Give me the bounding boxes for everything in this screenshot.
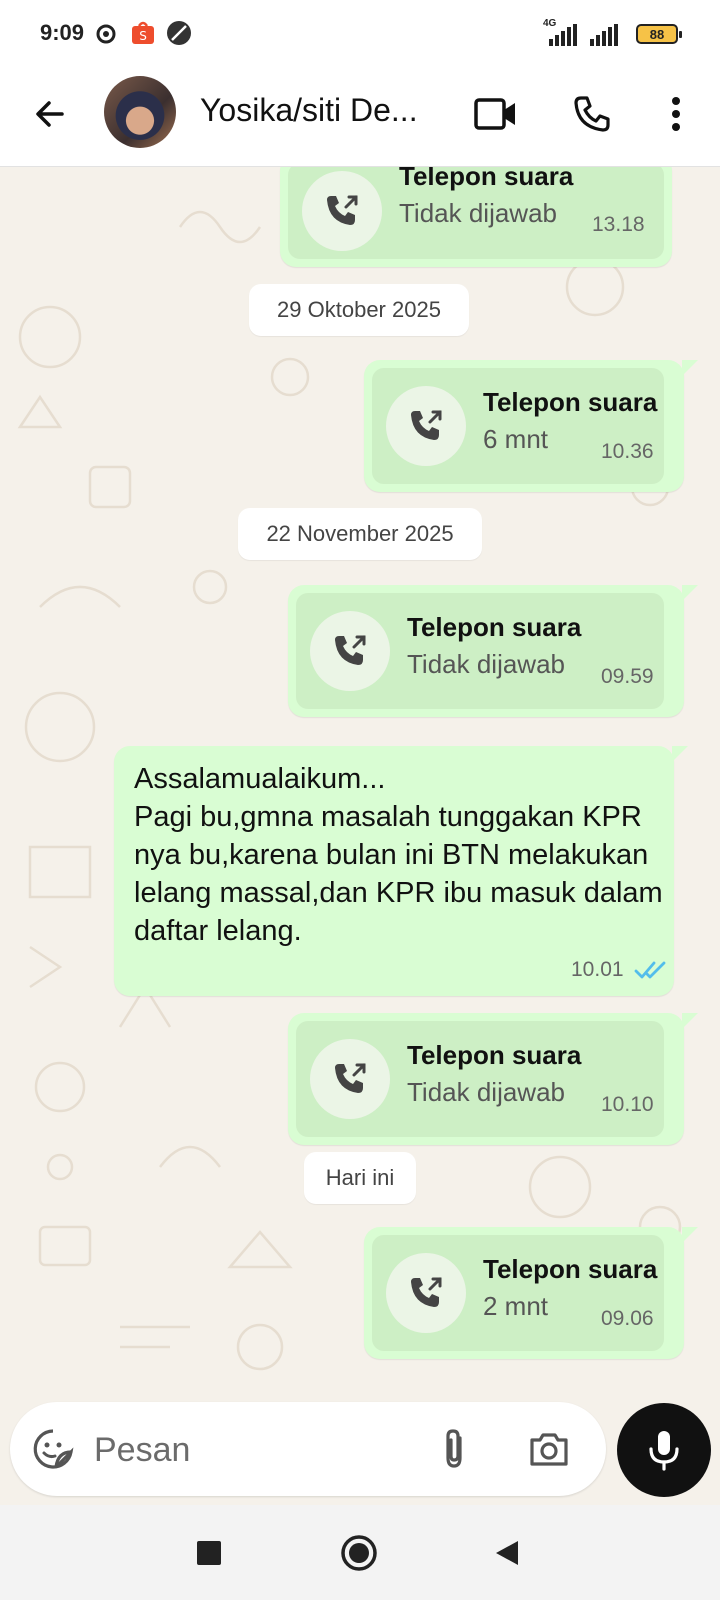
date-separator: 22 November 2025 [238, 508, 482, 560]
phone-icon [574, 96, 610, 132]
date-label: Hari ini [325, 1165, 395, 1190]
call-card: Telepon suara Tidak dijawab 10.10 [296, 1021, 664, 1137]
battery-indicator: 88 [636, 24, 682, 44]
bubble-tail [672, 746, 688, 762]
call-duration: 2 mnt [483, 1291, 549, 1321]
square-icon [197, 1541, 221, 1565]
message-time: 10.36 [601, 440, 654, 463]
status-bar: 9:09 S 4G 88 [0, 0, 720, 66]
call-card: Telepon suara 6 mnt 10.36 [372, 368, 664, 484]
outgoing-call-icon [411, 1277, 442, 1307]
camera-button[interactable] [524, 1424, 574, 1474]
date-label: 22 November 2025 [266, 521, 454, 546]
message-text: Assalamualaikum... Pagi bu,gmna masalah … [134, 763, 663, 947]
message-input[interactable] [92, 1424, 396, 1476]
call-title: Telepon suara [407, 1040, 582, 1070]
call-icon-circle [386, 386, 466, 466]
notification-icon [96, 24, 116, 44]
more-vertical-icon [672, 97, 680, 131]
call-card: Telepon suara 2 mnt 09.06 [372, 1235, 664, 1351]
shopee-icon: S [132, 21, 154, 44]
arrow-left-icon [36, 101, 64, 127]
video-call-button[interactable] [470, 88, 522, 140]
svg-text:S: S [139, 29, 147, 43]
sticker-icon [33, 1429, 74, 1469]
contact-avatar[interactable] [104, 76, 176, 148]
outgoing-call-icon [335, 1063, 366, 1093]
circle-home-icon [341, 1535, 377, 1571]
call-message[interactable]: Telepon suara Tidak dijawab 10.10 [288, 1013, 698, 1145]
call-message[interactable]: Telepon suara Tidak dijawab 13.18 [280, 167, 672, 267]
call-message[interactable]: Telepon suara 2 mnt 09.06 [364, 1227, 698, 1359]
attach-button[interactable] [430, 1424, 480, 1474]
date-label: 29 Oktober 2025 [277, 297, 441, 322]
call-title: Telepon suara [483, 1254, 658, 1284]
recents-button[interactable] [186, 1530, 232, 1576]
call-card: Telepon suara Tidak dijawab 09.59 [296, 593, 664, 709]
video-call-icon [474, 98, 515, 130]
call-card: Telepon suara Tidak dijawab 13.18 [288, 167, 664, 259]
chat-area[interactable]: Telepon suara Tidak dijawab 13.18 29 Okt… [0, 167, 720, 1402]
nav-back-button[interactable] [484, 1530, 530, 1576]
back-button[interactable] [24, 88, 76, 140]
triangle-back-icon [496, 1541, 518, 1565]
home-button[interactable] [336, 1530, 382, 1576]
voice-call-button[interactable] [566, 88, 618, 140]
message-time: 09.59 [601, 665, 654, 688]
bubble-tail [682, 360, 698, 376]
status-time: 9:09 [40, 20, 85, 45]
call-status: Tidak dijawab [407, 649, 566, 679]
voice-message-button[interactable] [617, 1403, 711, 1497]
date-separator: Hari ini [304, 1152, 416, 1204]
message-time: 13.18 [592, 213, 645, 236]
message-time: 09.06 [601, 1307, 654, 1330]
signal-icon-2 [590, 24, 618, 46]
bubble-tail [682, 1013, 698, 1029]
paperclip-icon [446, 1429, 462, 1468]
outgoing-call-icon [411, 410, 442, 440]
bubble-tail [682, 585, 698, 601]
call-icon-circle [302, 171, 382, 251]
call-message[interactable]: Telepon suara Tidak dijawab 09.59 [288, 585, 698, 717]
app-notification-icon [167, 21, 191, 45]
message-composer [10, 1402, 606, 1496]
date-separator: 29 Oktober 2025 [249, 284, 469, 336]
bubble-tail [682, 1227, 698, 1243]
contact-name[interactable]: Yosika/siti De... [200, 92, 418, 129]
system-navigation-bar [0, 1505, 720, 1600]
call-title: Telepon suara [399, 167, 574, 191]
call-duration: 6 mnt [483, 424, 549, 454]
call-status: Tidak dijawab [407, 1077, 566, 1107]
more-options-button[interactable] [650, 88, 702, 140]
chat-header: Yosika/siti De... [0, 66, 720, 167]
text-message[interactable]: Assalamualaikum... Pagi bu,gmna masalah … [114, 746, 688, 996]
double-check-read-icon [634, 961, 666, 979]
camera-icon [530, 1433, 568, 1466]
call-icon-circle [310, 1039, 390, 1119]
call-message[interactable]: Telepon suara 6 mnt 10.36 [364, 360, 698, 492]
outgoing-call-icon [335, 635, 366, 665]
message-time: 10.01 [571, 958, 624, 981]
message-time: 10.10 [601, 1093, 654, 1116]
call-icon-circle [386, 1253, 466, 1333]
outgoing-call-icon [327, 195, 358, 225]
microphone-icon [649, 1431, 679, 1471]
signal-icon-1 [549, 24, 577, 46]
call-title: Telepon suara [483, 387, 658, 417]
call-icon-circle [310, 611, 390, 691]
sticker-button[interactable] [28, 1424, 78, 1474]
call-status: Tidak dijawab [399, 198, 558, 228]
call-title: Telepon suara [407, 612, 582, 642]
battery-level: 88 [649, 26, 665, 42]
